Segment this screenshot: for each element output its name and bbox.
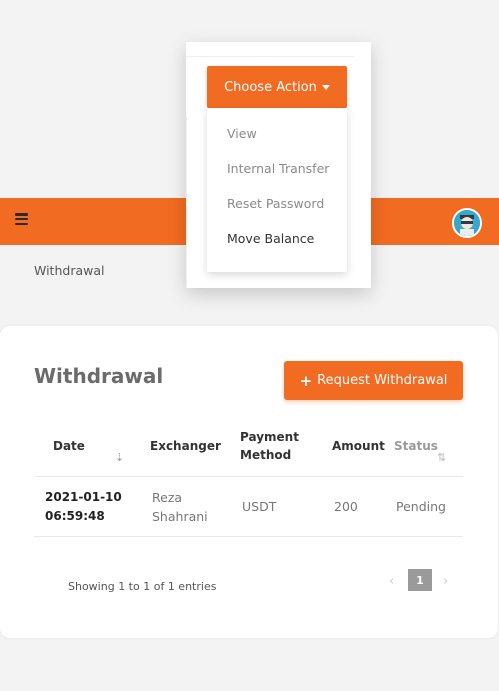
- request-withdrawal-label: Request Withdrawal: [317, 373, 448, 388]
- header-divider: [34, 476, 463, 477]
- hamburger-icon[interactable]: [15, 213, 28, 225]
- cell-payment-method: USDT: [242, 499, 277, 514]
- cell-exchanger-first: Reza: [152, 490, 183, 505]
- card-title: Withdrawal: [34, 364, 164, 388]
- plus-icon: +: [299, 371, 313, 390]
- cell-exchanger: Reza Shahrani: [152, 488, 208, 526]
- action-menu: View Internal Transfer Reset Password Mo…: [207, 108, 347, 272]
- column-header-status[interactable]: Status: [394, 437, 438, 455]
- cell-date-time: 06:59:48: [45, 509, 105, 523]
- caret-down-icon: [321, 84, 330, 90]
- menu-item-view[interactable]: View: [227, 126, 257, 141]
- pagination-prev-button[interactable]: ‹: [389, 574, 394, 589]
- pagination-info: Showing 1 to 1 of 1 entries: [68, 580, 217, 593]
- request-withdrawal-button[interactable]: + Request Withdrawal: [284, 361, 463, 400]
- cell-status: Pending: [396, 499, 446, 514]
- menu-item-internal-transfer[interactable]: Internal Transfer: [227, 161, 329, 176]
- avatar-image: [454, 210, 480, 236]
- sort-descending-icon[interactable]: ⇣: [115, 451, 124, 464]
- sort-icon[interactable]: ⇅: [437, 451, 446, 464]
- column-header-payment-method[interactable]: Payment Method: [240, 428, 299, 464]
- column-header-exchanger[interactable]: Exchanger: [150, 437, 221, 455]
- panel-divider: [186, 56, 354, 57]
- choose-action-button[interactable]: Choose Action: [207, 66, 347, 108]
- cell-exchanger-last: Shahrani: [152, 509, 208, 524]
- menu-item-move-balance[interactable]: Move Balance: [227, 231, 314, 246]
- withdrawal-card: Withdrawal + Request Withdrawal Date ⇣ E…: [0, 326, 498, 638]
- row-divider: [34, 536, 463, 537]
- pagination-next-button[interactable]: ›: [443, 574, 448, 589]
- action-dropdown-panel: Choose Action View Internal Transfer Res…: [186, 42, 371, 288]
- payment-method-line2: Method: [240, 448, 292, 462]
- breadcrumb-current: Withdrawal: [34, 263, 105, 278]
- pagination-page-1[interactable]: 1: [408, 569, 432, 591]
- cell-date-day: 2021-01-10: [45, 490, 122, 504]
- payment-method-line1: Payment: [240, 430, 299, 444]
- column-header-amount[interactable]: Amount: [332, 437, 385, 455]
- panel-vertical-divider: [186, 116, 187, 288]
- menu-item-reset-password[interactable]: Reset Password: [227, 196, 324, 211]
- column-header-date[interactable]: Date: [53, 437, 85, 455]
- cell-date: 2021-01-10 06:59:48: [45, 488, 122, 526]
- user-avatar[interactable]: [452, 208, 482, 238]
- choose-action-label: Choose Action: [224, 79, 317, 95]
- cell-amount: 200: [334, 499, 358, 514]
